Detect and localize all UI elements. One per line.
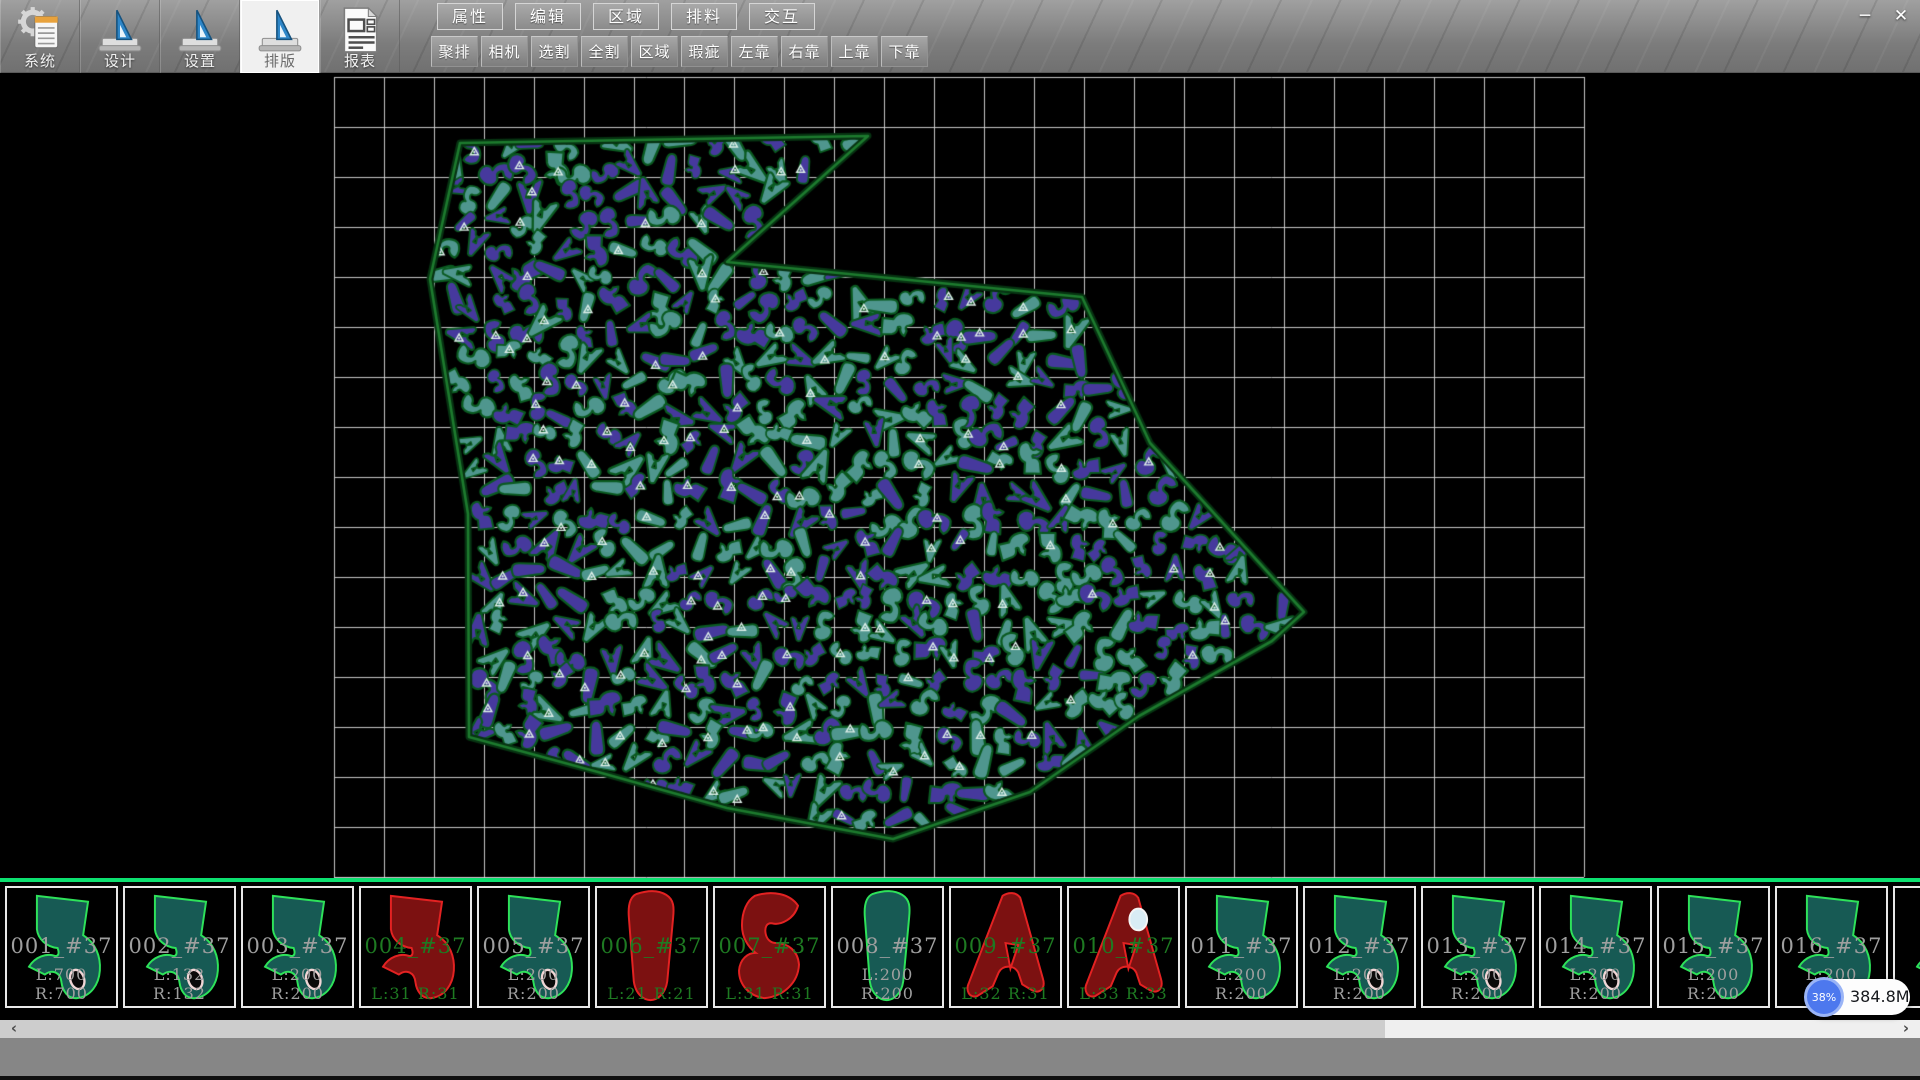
window-controls: ─ ✕ xyxy=(1850,3,1916,29)
piece-lr-count: L:700 R:700 xyxy=(7,965,116,1003)
menu-attributes[interactable]: 属性 xyxy=(437,3,503,30)
thumbnail-cell-010_#37[interactable]: 010_#37 L:33 R:33 xyxy=(1067,886,1180,1008)
tool-align-bottom[interactable]: 下靠 xyxy=(881,36,928,67)
tool-align-right[interactable]: 右靠 xyxy=(781,36,828,67)
piece-lr-count: L:200 R:200 xyxy=(479,965,588,1003)
filmstrip-accent-line xyxy=(0,878,1920,882)
status-bar xyxy=(0,1038,1920,1076)
thumbnail-cell-014_#37[interactable]: 014_#37 L:200 R:200 xyxy=(1539,886,1652,1008)
piece-lr-count: L:200 R:200 xyxy=(243,965,352,1003)
thumbnail-cell-002_#37[interactable]: 002_#37 L:132 R:132 xyxy=(123,886,236,1008)
menu-region[interactable]: 区域 xyxy=(593,3,659,30)
square-icon xyxy=(255,5,305,51)
piece-lr-count: L:21 R:21 xyxy=(597,984,706,1003)
tab-label: 设置 xyxy=(184,50,216,71)
thumbnail-cell-008_#37[interactable]: 008_#37 L:200 R:200 xyxy=(831,886,944,1008)
scrollbar-thumb[interactable] xyxy=(28,1020,1385,1038)
tab-layout[interactable]: 排版 xyxy=(240,0,320,73)
system-icon xyxy=(15,5,65,51)
piece-lr-count: L:200 R:200 xyxy=(1305,965,1414,1003)
piece-id: 009_#37 xyxy=(951,934,1060,958)
menu-bar: 属性编辑区域排料交互 xyxy=(437,3,815,31)
menu-edit[interactable]: 编辑 xyxy=(515,3,581,30)
piece-lr-count: L:200 R:200 xyxy=(1423,965,1532,1003)
piece-id: 001_#37 xyxy=(7,934,116,958)
tab-label: 设计 xyxy=(104,50,136,71)
memory-usage: 384.8M xyxy=(1850,979,1910,1015)
piece-id: 011_#37 xyxy=(1187,934,1296,958)
piece-lr-count: L:32 R:31 xyxy=(951,984,1060,1003)
tab-label: 系统 xyxy=(24,50,56,71)
main-tab-bar: 系统 设计 设置 排版 报表 xyxy=(0,0,400,73)
menu-interaction[interactable]: 交互 xyxy=(749,3,815,30)
piece-id: 012_#37 xyxy=(1305,934,1414,958)
report-icon xyxy=(335,5,385,51)
thumbnail-cell-001_#37[interactable]: 001_#37 L:700 R:700 xyxy=(5,886,118,1008)
thumbnail-cell-015_#37[interactable]: 015_#37 L:200 R:200 xyxy=(1657,886,1770,1008)
tool-select-cut[interactable]: 选割 xyxy=(531,36,578,67)
nesting-canvas[interactable] xyxy=(0,73,1920,878)
tab-design[interactable]: 设计 xyxy=(80,0,160,73)
piece-id: 010_#37 xyxy=(1069,934,1178,958)
piece-id: 015_#37 xyxy=(1659,934,1768,958)
tool-bar: 聚排相机选割全割区域瑕疵左靠右靠上靠下靠 xyxy=(431,36,928,68)
piece-lr-count: L:200 R:200 xyxy=(1541,965,1650,1003)
tab-system[interactable]: 系统 xyxy=(0,0,80,73)
tool-defect[interactable]: 瑕疵 xyxy=(681,36,728,67)
piece-id: 016_#37 xyxy=(1777,934,1886,958)
tool-align-left[interactable]: 左靠 xyxy=(731,36,778,67)
thumbnail-cell-011_#37[interactable]: 011_#37 L:200 R:200 xyxy=(1185,886,1298,1008)
application-window: 系统设计设置排版报表 属性编辑区域排料交互 聚排相机选割全割区域瑕疵左靠右靠上靠… xyxy=(0,0,1920,1080)
piece-id: 008_#37 xyxy=(833,934,942,958)
tool-camera[interactable]: 相机 xyxy=(481,36,528,67)
horizontal-scrollbar[interactable]: ‹ › xyxy=(0,1020,1920,1038)
piece-lr-count: L:200 R:200 xyxy=(833,965,942,1003)
thumbnail-cell-003_#37[interactable]: 003_#37 L:200 R:200 xyxy=(241,886,354,1008)
tab-label: 报表 xyxy=(344,50,376,71)
tool-region[interactable]: 区域 xyxy=(631,36,678,67)
piece-id: 014_#37 xyxy=(1541,934,1650,958)
piece-filmstrip: 001_#37L:700 R:700002_#37L:132 R:132003_… xyxy=(0,878,1920,1020)
piece-id: 006_#37 xyxy=(597,934,706,958)
thumbnail-cell-006_#37[interactable]: 006_#37 L:21 R:21 xyxy=(595,886,708,1008)
piece-lr-count: L:200 R:200 xyxy=(1659,965,1768,1003)
thumbnail-cell-005_#37[interactable]: 005_#37 L:200 R:200 xyxy=(477,886,590,1008)
title-toolbar: 系统设计设置排版报表 属性编辑区域排料交互 聚排相机选割全割区域瑕疵左靠右靠上靠… xyxy=(0,0,1920,73)
piece-lr-count: L:33 R:33 xyxy=(1069,984,1178,1003)
tool-cut-all[interactable]: 全割 xyxy=(581,36,628,67)
piece-id: 004_#37 xyxy=(361,934,470,958)
square-icon xyxy=(175,5,225,51)
tab-report[interactable]: 报表 xyxy=(320,0,400,73)
scroll-right-arrow-icon[interactable]: › xyxy=(1892,1020,1920,1038)
thumbnail-cell-004_#37[interactable]: 004_#37 L:31 R:31 xyxy=(359,886,472,1008)
tab-label: 排版 xyxy=(264,50,296,71)
minimize-button[interactable]: ─ xyxy=(1850,3,1880,29)
bottom-edge xyxy=(0,1076,1920,1080)
scroll-left-arrow-icon[interactable]: ‹ xyxy=(0,1020,28,1038)
piece-id: 005_#37 xyxy=(479,934,588,958)
piece-id: 013_#37 xyxy=(1423,934,1532,958)
close-button[interactable]: ✕ xyxy=(1886,3,1916,29)
piece-lr-count: L:31 R:31 xyxy=(715,984,824,1003)
tab-settings[interactable]: 设置 xyxy=(160,0,240,73)
piece-lr-count: L:200 R:200 xyxy=(1187,965,1296,1003)
thumbnail-cell-009_#37[interactable]: 009_#37 L:32 R:31 xyxy=(949,886,1062,1008)
progress-badge: 38% 384.8M xyxy=(1806,979,1910,1015)
piece-id: 007_#37 xyxy=(715,934,824,958)
menu-nesting[interactable]: 排料 xyxy=(671,3,737,30)
thumbnail-cell-007_#37[interactable]: 007_#37 L:31 R:31 xyxy=(713,886,826,1008)
tool-align-top[interactable]: 上靠 xyxy=(831,36,878,67)
tool-cluster-nest[interactable]: 聚排 xyxy=(431,36,478,67)
square-icon xyxy=(95,5,145,51)
piece-id: 003_#37 xyxy=(243,934,352,958)
piece-lr-count: L:132 R:132 xyxy=(125,965,234,1003)
progress-percent: 38% xyxy=(1804,977,1844,1017)
thumbnail-cell-013_#37[interactable]: 013_#37 L:200 R:200 xyxy=(1421,886,1534,1008)
piece-lr-count: L:31 R:31 xyxy=(361,984,470,1003)
piece-id: 002_#37 xyxy=(125,934,234,958)
thumbnail-cell-012_#37[interactable]: 012_#37 L:200 R:200 xyxy=(1303,886,1416,1008)
